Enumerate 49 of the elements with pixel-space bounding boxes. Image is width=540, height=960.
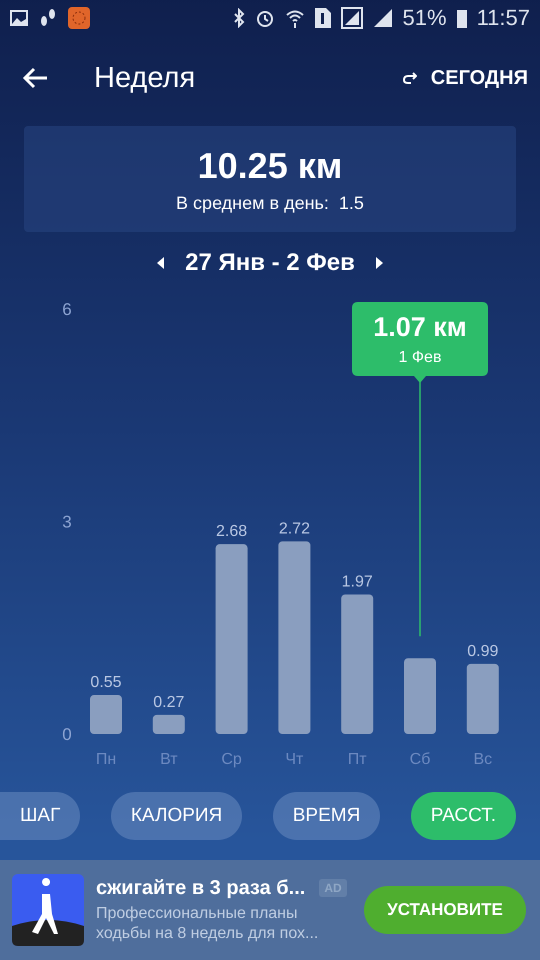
day-label: Ср xyxy=(221,751,242,768)
bar xyxy=(90,695,122,734)
previous-week-button[interactable] xyxy=(155,256,166,270)
metric-tab[interactable]: ШАГ xyxy=(0,792,80,840)
bar xyxy=(152,714,185,734)
value-label: 0.27 xyxy=(153,694,184,711)
value-label: 1.97 xyxy=(342,573,373,590)
day-label: Пн xyxy=(96,751,116,768)
next-week-button[interactable] xyxy=(374,256,385,270)
day-label: Чт xyxy=(285,751,304,768)
metric-tab[interactable]: КАЛОРИЯ xyxy=(110,792,242,840)
value-label: 2.68 xyxy=(216,523,248,540)
redo-icon xyxy=(402,72,417,84)
value-label: 0.99 xyxy=(467,642,498,660)
bluetooth-icon xyxy=(232,8,245,28)
day-label: Вт xyxy=(160,751,178,768)
metric-tab[interactable]: ВРЕМЯ xyxy=(272,792,380,840)
battery-icon xyxy=(456,8,467,28)
app-icon[interactable] xyxy=(12,874,84,946)
image-icon xyxy=(10,10,28,26)
alarm-icon xyxy=(254,8,275,28)
day-label: Пт xyxy=(348,751,367,768)
signal-icon xyxy=(340,7,363,29)
day-label: Вс xyxy=(473,751,492,768)
battery-percent: 51% xyxy=(402,5,447,31)
sim-icon xyxy=(314,8,331,28)
value-label: 0.55 xyxy=(90,674,122,692)
clock: 11:57 xyxy=(476,5,530,31)
day-label: Сб xyxy=(410,751,430,768)
tooltip-value: 1.07 км xyxy=(373,312,467,342)
axis-tick: 3 xyxy=(62,512,72,532)
today-button[interactable]: СЕГОДНЯ xyxy=(402,66,528,90)
ad-title: сжигайте в 3 раза б... xyxy=(96,876,306,900)
wifi-icon xyxy=(284,8,305,28)
tooltip-date: 1 Фев xyxy=(398,349,442,366)
date-range: 27 Янв - 2 Фев xyxy=(185,249,355,277)
install-button[interactable]: УСТАНОВИТЕ xyxy=(364,886,526,934)
axis-tick: 6 xyxy=(62,300,72,319)
axis-tick: 0 xyxy=(62,725,72,744)
bar xyxy=(466,664,499,734)
back-icon[interactable] xyxy=(22,67,48,89)
value-label: 2.72 xyxy=(278,520,310,538)
app-icon xyxy=(68,7,90,29)
screen-title: Неделя xyxy=(94,62,196,94)
ad-description: Профессиональные планы ходьбы на 8 недель для пох... xyxy=(96,904,320,944)
footprints-icon xyxy=(38,7,58,29)
signal-icon xyxy=(372,8,393,28)
daily-average: В среднем в день: 1.5 xyxy=(176,192,364,214)
total-distance: 10.25 км xyxy=(198,144,342,186)
